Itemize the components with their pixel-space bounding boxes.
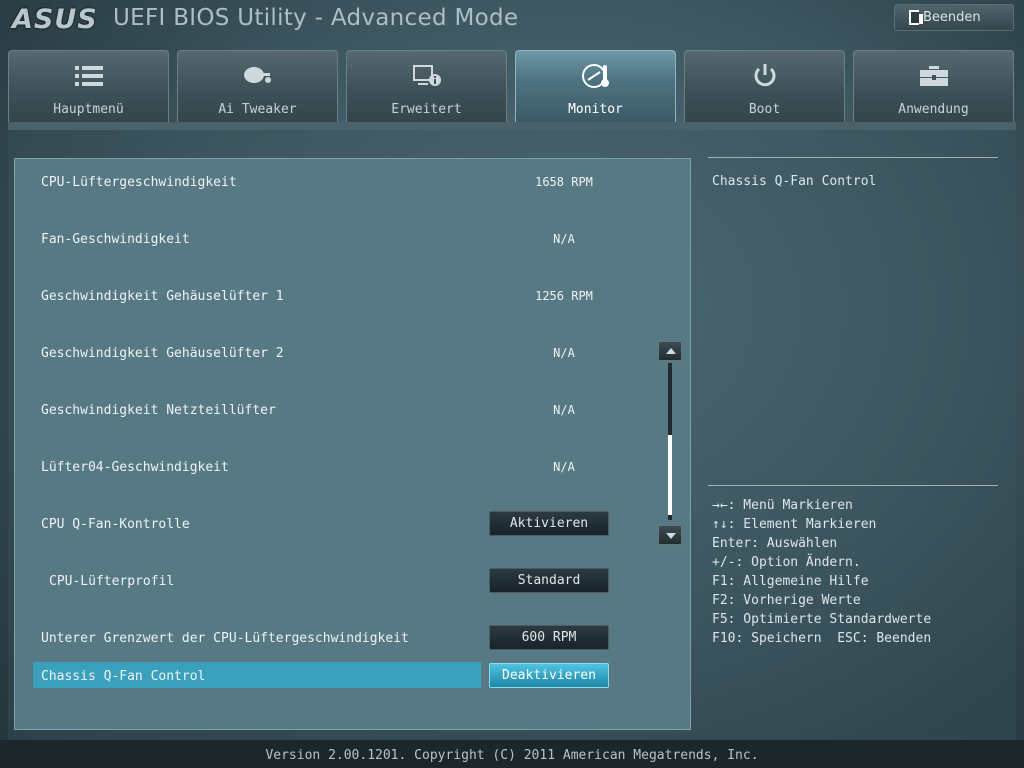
tab-hauptmenu[interactable]: Hauptmenü [8, 50, 169, 122]
tab-ai-tweaker[interactable]: Ai Tweaker [177, 50, 338, 122]
setting-row-chassis-fan1-speed: Geschwindigkeit Gehäuselüfter 1 1256 RPM [15, 283, 690, 309]
setting-row-cpu-fan-profile[interactable]: CPU-Lüfterprofil Standard [15, 568, 690, 594]
tab-erweitert[interactable]: Erweitert [346, 50, 507, 122]
key-help-item: F2: Vorherige Werte [712, 593, 861, 608]
setting-label: Chassis Q-Fan Control [41, 669, 206, 684]
cpu-fan-profile-option[interactable]: Standard [489, 568, 609, 593]
scroll-down-arrow-icon[interactable] [658, 525, 682, 545]
chassis-qfan-control-option[interactable]: Deaktivieren [489, 663, 609, 688]
setting-label: CPU Q-Fan-Kontrolle [41, 517, 190, 532]
tab-underline [8, 122, 1016, 130]
key-help-item: +/-: Option Ändern. [712, 555, 861, 570]
tab-label: Monitor [568, 102, 623, 117]
tab-label: Boot [748, 102, 781, 117]
key-help-list: →←: Menü Markieren ↑↓: Element Markieren… [712, 496, 931, 648]
setting-row-fan04-speed: Lüfter04-Geschwindigkeit N/A [15, 454, 690, 480]
key-help-item: F10: Speichern ESC: Beenden [712, 631, 932, 646]
setting-label: Geschwindigkeit Netzteillüfter [41, 403, 276, 418]
setting-row-fan-speed: Fan-Geschwindigkeit N/A [15, 226, 690, 252]
tab-label: Hauptmenü [53, 102, 124, 117]
setting-value: 1256 RPM [535, 289, 593, 303]
exit-door-icon [909, 10, 923, 25]
settings-panel: CPU-Lüftergeschwindigkeit 1658 RPM Fan-G… [14, 158, 691, 730]
help-title: Chassis Q-Fan Control [712, 174, 877, 189]
header: ASUS UEFI BIOS Utility - Advanced Mode B… [0, 0, 1024, 40]
asus-logo: ASUS [12, 4, 98, 35]
scrollbar-thumb[interactable] [668, 435, 672, 515]
exit-button[interactable]: Beenden [894, 4, 1014, 31]
tab-label: Anwendung [898, 102, 969, 117]
key-help-item: F5: Optimierte Standardwerte [712, 612, 932, 627]
cpu-qfan-control-option[interactable]: Aktivieren [489, 511, 609, 536]
tab-anwendung[interactable]: Anwendung [853, 50, 1014, 122]
setting-label: Lüfter04-Geschwindigkeit [41, 460, 229, 475]
setting-row-chassis-qfan-control[interactable]: Chassis Q-Fan Control Deaktivieren [15, 662, 690, 689]
list-icon [74, 66, 103, 86]
tab-monitor[interactable]: Monitor [515, 50, 676, 122]
power-icon [754, 64, 775, 87]
setting-row-cpu-fan-lower-limit[interactable]: Unterer Grenzwert der CPU-Lüftergeschwin… [15, 625, 690, 651]
key-help-item: ↑↓: Element Markieren [712, 517, 877, 532]
setting-row-cpu-fan-speed: CPU-Lüftergeschwindigkeit 1658 RPM [15, 169, 690, 195]
setting-value: N/A [553, 232, 575, 246]
toolbox-icon [919, 66, 948, 86]
app-title: UEFI BIOS Utility - Advanced Mode [113, 5, 519, 31]
setting-label: CPU-Lüftergeschwindigkeit [41, 175, 237, 190]
setting-value: N/A [553, 460, 575, 474]
cpu-fan-lower-limit-option[interactable]: 600 RPM [489, 625, 609, 650]
thermometer-icon [581, 64, 609, 88]
setting-row-psu-fan-speed: Geschwindigkeit Netzteillüfter N/A [15, 397, 690, 423]
help-divider-bottom [708, 485, 998, 486]
key-help-item: Enter: Auswählen [712, 536, 838, 551]
help-divider-top [708, 157, 998, 158]
setting-label: Unterer Grenzwert der CPU-Lüftergeschwin… [41, 631, 409, 646]
tab-label: Ai Tweaker [218, 102, 297, 117]
setting-label: Fan-Geschwindigkeit [41, 232, 190, 247]
tweaker-icon [243, 67, 271, 83]
main-tabs: Hauptmenü Ai Tweaker Erweitert Monitor B… [8, 50, 1016, 122]
setting-value: N/A [553, 403, 575, 417]
version-text: Version 2.00.1201. Copyright (C) 2011 Am… [265, 748, 759, 763]
advanced-icon [412, 65, 441, 86]
key-help-item: F1: Allgemeine Hilfe [712, 574, 869, 589]
setting-row-chassis-fan2-speed: Geschwindigkeit Gehäuselüfter 2 N/A [15, 340, 690, 366]
tab-boot[interactable]: Boot [684, 50, 845, 122]
setting-label: Geschwindigkeit Gehäuselüfter 2 [41, 346, 284, 361]
setting-label: Geschwindigkeit Gehäuselüfter 1 [41, 289, 284, 304]
setting-label: CPU-Lüfterprofil [49, 574, 175, 589]
setting-value: N/A [553, 346, 575, 360]
exit-button-label: Beenden [923, 10, 981, 25]
setting-value: 1658 RPM [535, 175, 593, 189]
setting-row-cpu-qfan-control[interactable]: CPU Q-Fan-Kontrolle Aktivieren [15, 511, 690, 537]
footer: Version 2.00.1201. Copyright (C) 2011 Am… [0, 740, 1024, 768]
scroll-up-arrow-icon[interactable] [658, 341, 682, 361]
tab-label: Erweitert [391, 102, 462, 117]
key-help-item: →←: Menü Markieren [712, 498, 853, 513]
